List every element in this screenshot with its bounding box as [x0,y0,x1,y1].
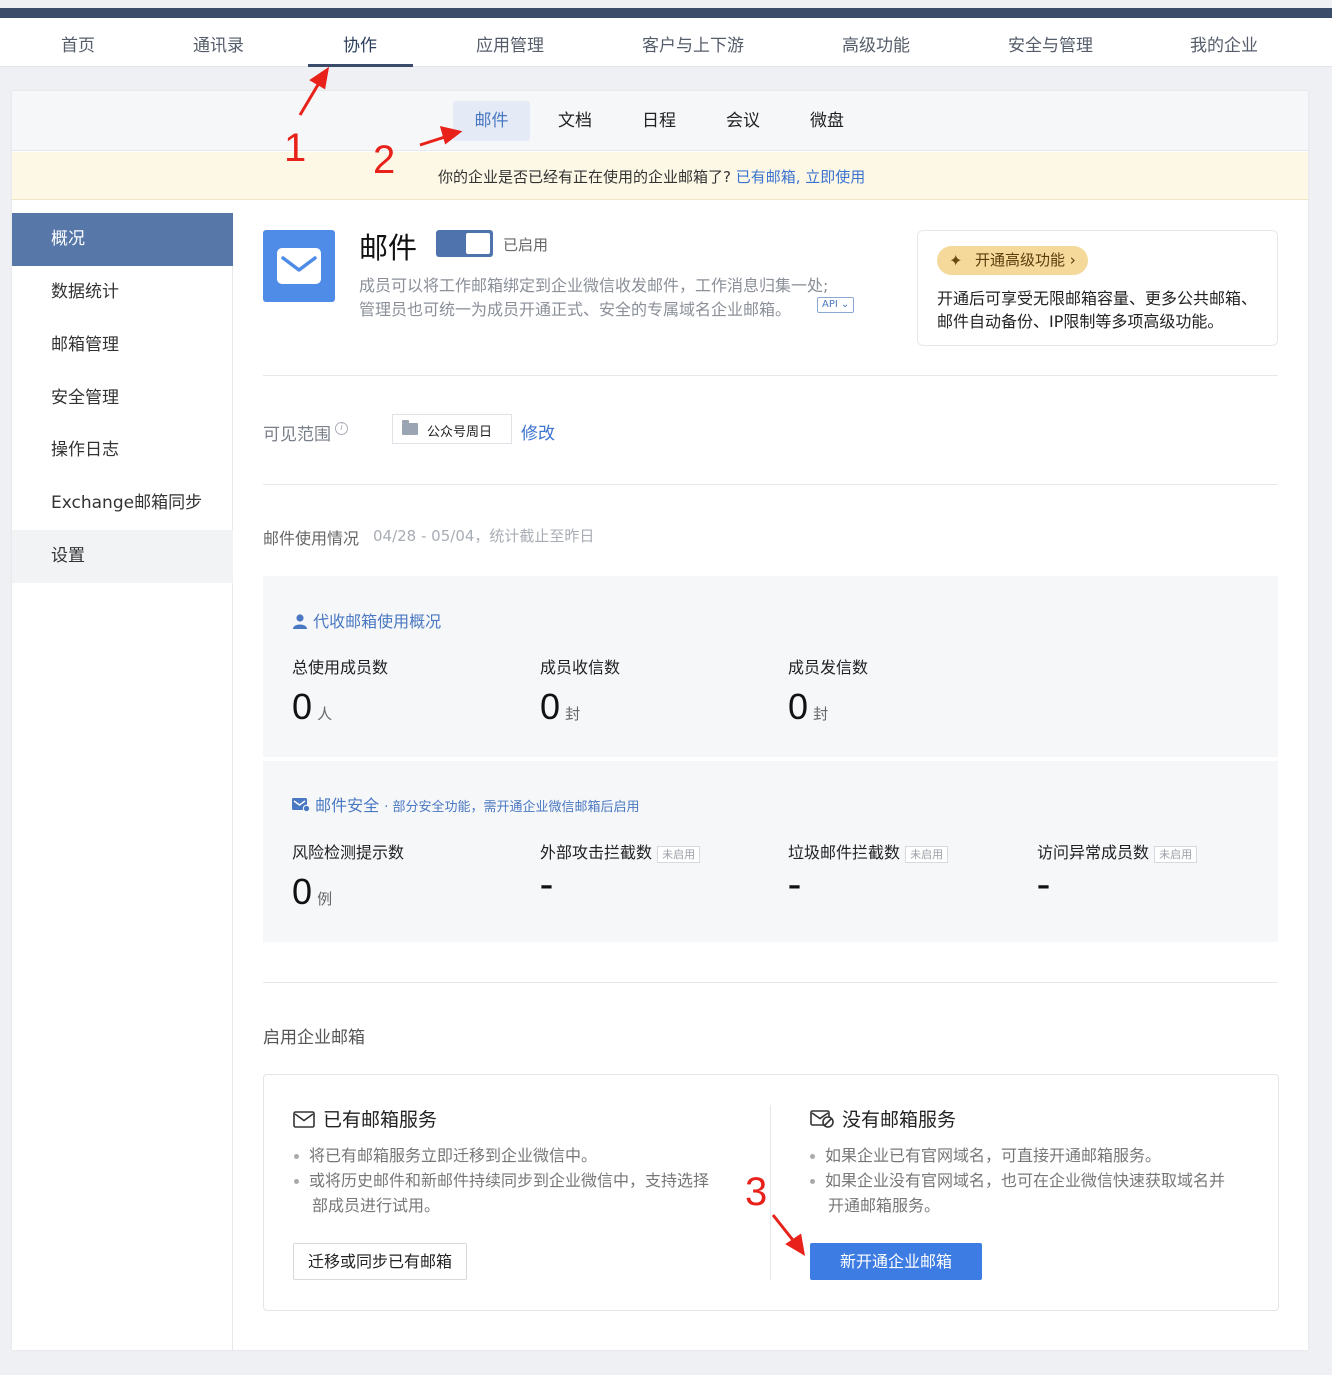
annotation-label-3: 3 [745,1170,768,1214]
annotation-arrows [298,66,806,1256]
annotation-label-1: 1 [284,126,307,170]
annotation-arrowhead-1 [309,66,330,90]
annotation-label-2: 2 [373,138,396,182]
annotation-arrowhead-2 [439,125,463,145]
